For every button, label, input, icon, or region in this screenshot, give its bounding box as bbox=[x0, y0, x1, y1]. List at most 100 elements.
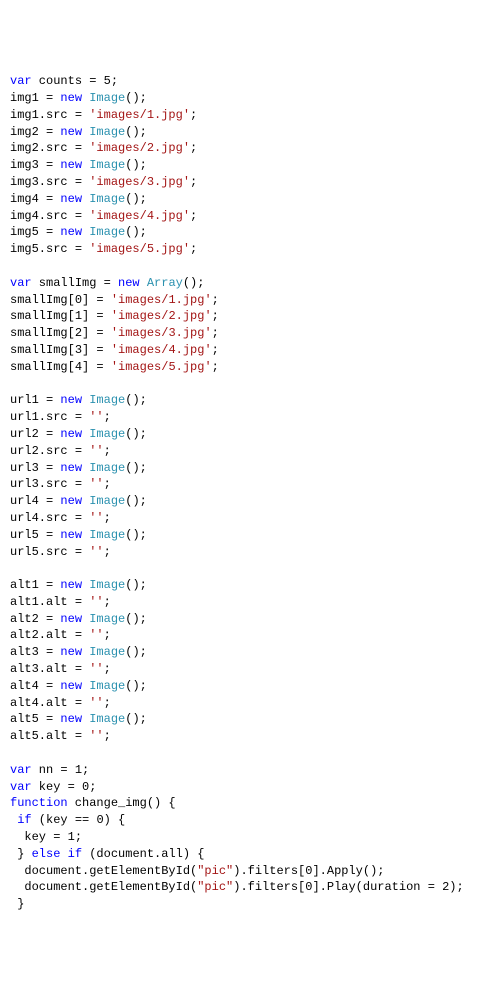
token-kw: var bbox=[10, 74, 32, 88]
token-str: '' bbox=[89, 696, 103, 710]
token-op: (); bbox=[125, 494, 147, 508]
code-line: alt1.alt = ''; bbox=[10, 594, 490, 611]
token-op: (); bbox=[125, 91, 147, 105]
token-id: (key bbox=[32, 813, 75, 827]
token-kw: new bbox=[60, 158, 82, 172]
code-line bbox=[10, 560, 490, 577]
token-op: = bbox=[68, 780, 82, 794]
code-line: alt3.alt = ''; bbox=[10, 661, 490, 678]
token-op: = bbox=[75, 141, 89, 155]
token-op: = bbox=[46, 393, 60, 407]
token-kw: new bbox=[60, 679, 82, 693]
code-line: img2 = new Image(); bbox=[10, 124, 490, 141]
token-num: 0 bbox=[82, 780, 89, 794]
token-num: 0 bbox=[75, 293, 82, 307]
token-op: = bbox=[46, 427, 60, 441]
token-type: Image bbox=[89, 712, 125, 726]
code-line: } else if (document.all) { bbox=[10, 846, 490, 863]
token-id: img3.src bbox=[10, 175, 75, 189]
token-op: (); bbox=[125, 679, 147, 693]
token-kw: function bbox=[10, 796, 68, 810]
token-id: document.getElementById( bbox=[10, 864, 197, 878]
token-id: counts bbox=[32, 74, 90, 88]
token-op: (); bbox=[125, 578, 147, 592]
code-line: alt4.alt = ''; bbox=[10, 695, 490, 712]
token-type: Image bbox=[89, 612, 125, 626]
code-line: } bbox=[10, 896, 490, 913]
code-line: url2 = new Image(); bbox=[10, 426, 490, 443]
token-type: Image bbox=[89, 158, 125, 172]
token-id: ] bbox=[82, 343, 96, 357]
token-op: = bbox=[75, 410, 89, 424]
token-str: 'images/5.jpg' bbox=[89, 242, 190, 256]
token-op: = bbox=[46, 712, 60, 726]
code-line: img4 = new Image(); bbox=[10, 191, 490, 208]
token-kw: new bbox=[60, 393, 82, 407]
token-id: img1 bbox=[10, 91, 46, 105]
token-id: change_img() { bbox=[68, 796, 176, 810]
token-op: ; bbox=[104, 595, 111, 609]
token-op: = bbox=[75, 477, 89, 491]
token-op: = bbox=[96, 360, 110, 374]
code-line: smallImg[4] = 'images/5.jpg'; bbox=[10, 359, 490, 376]
token-kw: new bbox=[60, 125, 82, 139]
token-op: = bbox=[96, 293, 110, 307]
token-type: Image bbox=[89, 528, 125, 542]
token-kw: new bbox=[60, 528, 82, 542]
token-str: 'images/5.jpg' bbox=[111, 360, 212, 374]
token-num: 4 bbox=[75, 360, 82, 374]
token-op: ; bbox=[212, 360, 219, 374]
token-id: img5 bbox=[10, 225, 46, 239]
code-line: url2.src = ''; bbox=[10, 443, 490, 460]
token-kw: new bbox=[60, 494, 82, 508]
token-id: img2.src bbox=[10, 141, 75, 155]
token-op: = bbox=[46, 125, 60, 139]
code-line: var counts = 5; bbox=[10, 73, 490, 90]
token-id: ).filters[ bbox=[233, 864, 305, 878]
token-str: '' bbox=[89, 628, 103, 642]
token-num: 1 bbox=[75, 763, 82, 777]
token-op: (); bbox=[125, 712, 147, 726]
token-op: (); bbox=[125, 427, 147, 441]
token-id: key bbox=[32, 780, 68, 794]
token-str: '' bbox=[89, 410, 103, 424]
token-id: key bbox=[10, 830, 53, 844]
token-id: alt5.alt bbox=[10, 729, 75, 743]
token-op: (); bbox=[183, 276, 205, 290]
token-id: url3 bbox=[10, 461, 46, 475]
token-op: ; bbox=[104, 410, 111, 424]
code-line: img5.src = 'images/5.jpg'; bbox=[10, 241, 490, 258]
token-id: url1 bbox=[10, 393, 46, 407]
token-op: ; bbox=[104, 662, 111, 676]
token-id: url5 bbox=[10, 528, 46, 542]
token-id: ); bbox=[449, 880, 463, 894]
token-str: '' bbox=[89, 662, 103, 676]
token-type: Image bbox=[89, 578, 125, 592]
token-op: (); bbox=[125, 612, 147, 626]
token-op: (); bbox=[125, 125, 147, 139]
code-line: document.getElementById("pic").filters[0… bbox=[10, 879, 490, 896]
token-op: = bbox=[89, 74, 103, 88]
token-str: '' bbox=[89, 729, 103, 743]
token-op: = bbox=[75, 511, 89, 525]
token-id: ).filters[ bbox=[233, 880, 305, 894]
token-id: img2 bbox=[10, 125, 46, 139]
code-line: img1 = new Image(); bbox=[10, 90, 490, 107]
token-str: '' bbox=[89, 511, 103, 525]
code-line: alt4 = new Image(); bbox=[10, 678, 490, 695]
token-id: ) { bbox=[104, 813, 126, 827]
code-block: var counts = 5;img1 = new Image();img1.s… bbox=[10, 73, 490, 913]
token-num: 0 bbox=[96, 813, 103, 827]
code-line bbox=[10, 745, 490, 762]
token-str: 'images/2.jpg' bbox=[89, 141, 190, 155]
token-str: '' bbox=[89, 545, 103, 559]
token-str: 'images/4.jpg' bbox=[89, 209, 190, 223]
token-op: = bbox=[104, 276, 118, 290]
token-id: ] bbox=[82, 309, 96, 323]
token-op: (); bbox=[125, 645, 147, 659]
token-id: alt1 bbox=[10, 578, 46, 592]
token-op: == bbox=[75, 813, 97, 827]
token-num: 1 bbox=[68, 830, 75, 844]
token-id: url1.src bbox=[10, 410, 75, 424]
token-op: = bbox=[46, 645, 60, 659]
